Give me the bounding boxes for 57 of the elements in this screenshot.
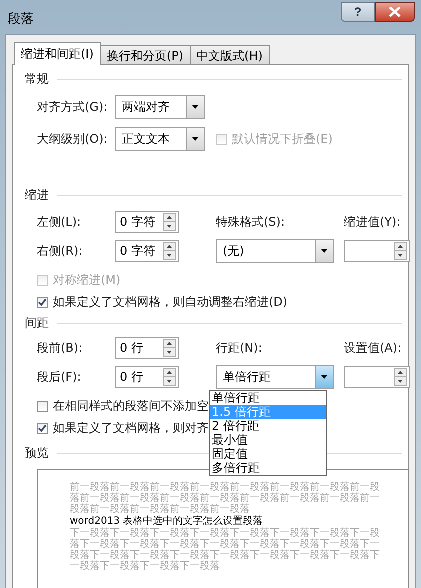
dropdown-option[interactable]: 单倍行距 xyxy=(210,391,326,405)
field-label: 段后(F): xyxy=(37,368,82,386)
caret-icon xyxy=(192,105,199,109)
spinner-icon[interactable] xyxy=(163,339,176,357)
field-label: 特殊格式(S): xyxy=(216,214,286,230)
field-label: 右侧(R): xyxy=(37,242,84,260)
field-label: 对齐方式(G): xyxy=(37,98,109,116)
checkbox-label: 如果定义了文档网格，则对齐 xyxy=(53,420,209,436)
field-label: 行距(N): xyxy=(216,340,264,356)
dropdown-field[interactable]: 正文文本 xyxy=(115,127,205,151)
dropdown-option[interactable]: 多倍行距 xyxy=(210,461,326,475)
spin-field[interactable] xyxy=(344,240,410,262)
spin-field[interactable] xyxy=(344,366,410,388)
section-title: 预览 xyxy=(25,444,49,462)
spinner-icon[interactable] xyxy=(163,242,176,260)
spinner-icon[interactable] xyxy=(394,368,407,386)
help-button[interactable]: ? xyxy=(341,2,375,22)
checkbox-label: 默认情况下折叠(E) xyxy=(232,130,333,148)
field-label: 设置值(A): xyxy=(344,340,403,356)
window-title: 段落 xyxy=(8,11,34,28)
caret-icon xyxy=(192,137,199,141)
next-paragraph-text: 下一段落下一段落下一段落下一段落下一段落下一段落下一段落下一段落下一段落下一段落下一段落下一段落下一段落下一段落下一段落下一段落下一段落下一段落下一段落下一段落下一段落下一段落下一段落下一段落下一段落下一段落下一段落 xyxy=(70,528,381,572)
section-title: 间距 xyxy=(25,314,49,332)
close-button[interactable] xyxy=(375,2,415,22)
tab[interactable]: 缩进和间距(I) xyxy=(14,42,101,65)
spin-field[interactable]: 0 字符 xyxy=(115,211,179,233)
dropdown-field[interactable]: 单倍行距 xyxy=(216,365,334,389)
spinner-icon[interactable] xyxy=(163,368,176,386)
spinner-icon[interactable] xyxy=(394,242,407,260)
field-label: 左侧(L): xyxy=(37,214,82,230)
spinner-icon[interactable] xyxy=(163,213,176,231)
spin-field[interactable]: 0 字符 xyxy=(115,240,179,262)
tab[interactable]: 换行和分页(P) xyxy=(100,45,191,64)
tab[interactable]: 中文版式(H) xyxy=(190,45,270,64)
close-icon xyxy=(389,7,401,17)
checkbox-label: 如果定义了文档网格，则自动调整右缩进(D) xyxy=(53,294,288,310)
dropdown-option[interactable]: 2 倍行距 xyxy=(210,419,326,433)
spin-field[interactable]: 0 行 xyxy=(115,337,179,359)
checkbox-label: 对称缩进(M) xyxy=(53,272,121,288)
checkbox-label: 在相同样式的段落间不添加空 xyxy=(53,398,209,414)
dropdown-field[interactable]: 两端对齐 xyxy=(115,95,205,119)
dropdown-option[interactable]: 固定值 xyxy=(210,447,326,461)
caret-icon xyxy=(321,375,328,379)
section-title: 常规 xyxy=(25,70,49,88)
checkbox[interactable] xyxy=(37,400,48,412)
caret-icon xyxy=(321,249,328,253)
dropdown-field[interactable]: (无) xyxy=(216,239,334,263)
section-title: 缩进 xyxy=(25,186,49,204)
current-paragraph-text: word2013 表格中选中的文字怎么设置段落 xyxy=(70,515,264,528)
checkbox[interactable] xyxy=(37,422,48,434)
dropdown-option[interactable]: 最小值 xyxy=(210,433,326,447)
checkbox[interactable] xyxy=(37,296,48,308)
field-label: 缩进值(Y): xyxy=(344,214,402,230)
spin-field[interactable]: 0 行 xyxy=(115,366,179,388)
previous-paragraph-text: 前一段落前一段落前一段落前一段落前一段落前一段落前一段落前一段落前一段落前一段落前一段落前一段落前一段落前一段落前一段落前一段落前一段落前一段落前一段落前一段落 xyxy=(70,482,381,515)
field-label: 大纲级别(O): xyxy=(37,130,109,148)
field-label: 段前(B): xyxy=(37,340,84,356)
